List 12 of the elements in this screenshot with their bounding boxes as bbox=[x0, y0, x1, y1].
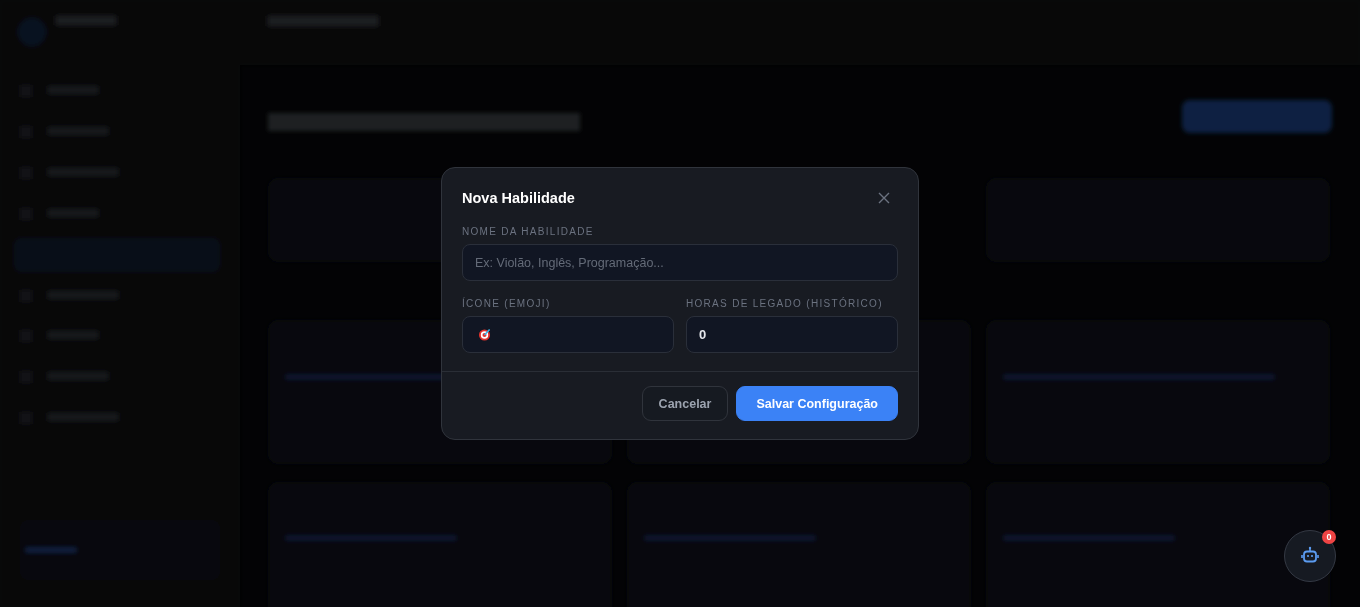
input-field[interactable]: Ex: Violão, Inglês, Programação... bbox=[462, 244, 898, 281]
field-label: HORAS DE LEGADO (HISTÓRICO) bbox=[686, 298, 884, 309]
input-field[interactable] bbox=[462, 316, 674, 353]
cancel-button[interactable]: Cancelar bbox=[641, 386, 729, 421]
notification-badge: 0 bbox=[1322, 530, 1336, 544]
save-button[interactable]: Salvar Configuração bbox=[736, 386, 898, 421]
field-label: NOME DA HABILIDADE bbox=[462, 226, 595, 237]
close-icon[interactable] bbox=[876, 190, 892, 206]
modal-title: Nova Habilidade bbox=[462, 190, 575, 206]
field-label: ÍCONE (EMOJI) bbox=[462, 298, 552, 309]
target-icon bbox=[478, 328, 491, 341]
input-field[interactable]: 0 bbox=[686, 316, 898, 353]
